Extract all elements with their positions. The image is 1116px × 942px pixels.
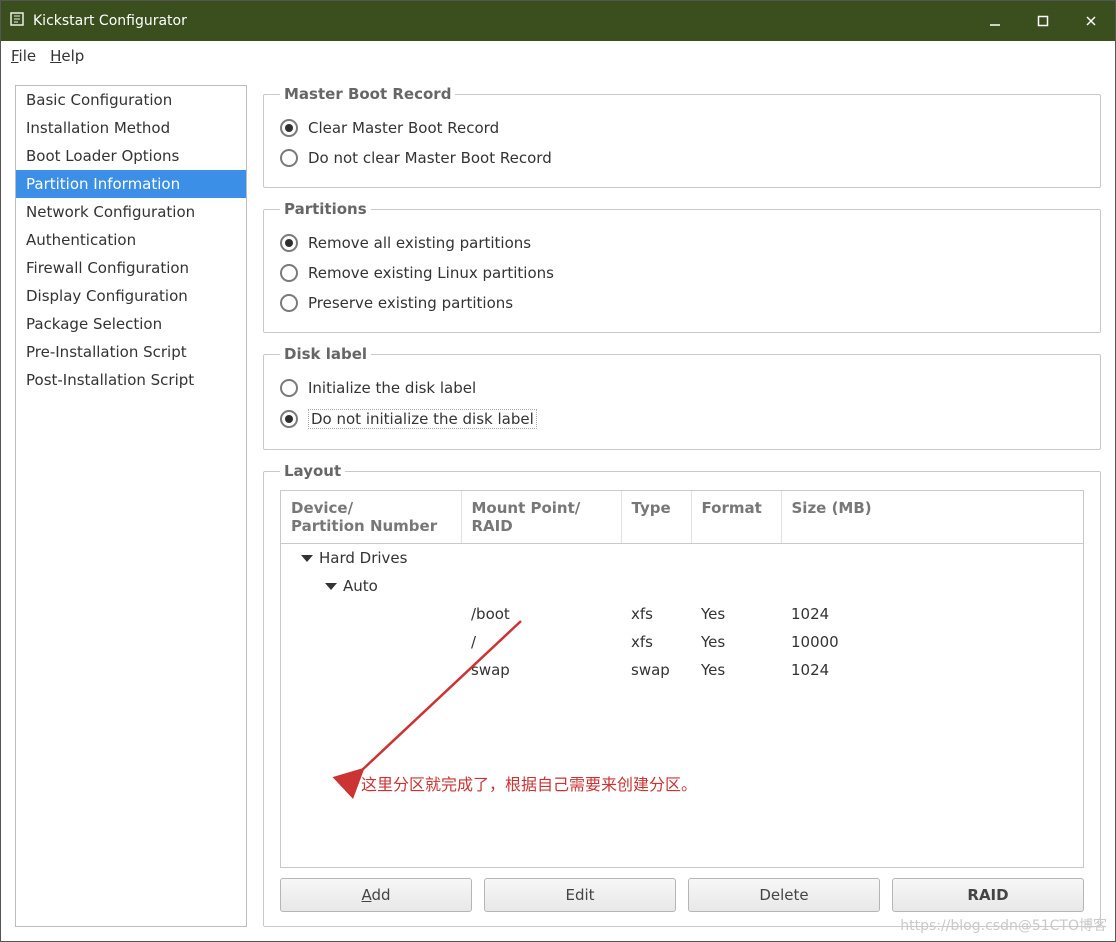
th-type[interactable]: Type: [621, 491, 691, 544]
radio-part-removelinux[interactable]: [280, 264, 298, 282]
tree-row-harddrives[interactable]: Hard Drives: [281, 544, 1083, 573]
radio-part-removeall[interactable]: [280, 234, 298, 252]
radio-mbr-clear-label: Clear Master Boot Record: [308, 119, 499, 137]
radio-part-preserve-label: Preserve existing partitions: [308, 294, 513, 312]
legend-layout: Layout: [280, 462, 345, 480]
annotation-text: 这里分区就完成了，根据自己需要来创建分区。: [361, 771, 697, 795]
table-header-row: Device/ Partition Number Mount Point/ RA…: [281, 491, 1083, 544]
titlebar: Kickstart Configurator: [1, 1, 1115, 41]
radio-disk-noinit[interactable]: [280, 410, 298, 428]
delete-button[interactable]: Delete: [688, 878, 880, 912]
main-panel: Master Boot Record Clear Master Boot Rec…: [247, 85, 1101, 927]
sidebar-item-firewall[interactable]: Firewall Configuration: [16, 254, 246, 282]
th-size[interactable]: Size (MB): [781, 491, 1083, 544]
radio-mbr-keep[interactable]: [280, 149, 298, 167]
edit-button[interactable]: Edit: [484, 878, 676, 912]
window-controls: [971, 1, 1115, 41]
radio-mbr-keep-row[interactable]: Do not clear Master Boot Record: [280, 143, 1084, 173]
menu-help[interactable]: Help: [50, 47, 84, 65]
radio-part-removelinux-label: Remove existing Linux partitions: [308, 264, 554, 282]
add-button[interactable]: Add: [280, 878, 472, 912]
window-title: Kickstart Configurator: [33, 13, 187, 29]
close-button[interactable]: [1067, 1, 1115, 41]
group-partitions: Partitions Remove all existing partition…: [263, 200, 1101, 333]
legend-disklabel: Disk label: [280, 345, 371, 363]
sidebar-item-pre[interactable]: Pre-Installation Script: [16, 338, 246, 366]
sidebar-item-auth[interactable]: Authentication: [16, 226, 246, 254]
radio-disk-noinit-label: Do not initialize the disk label: [308, 409, 537, 429]
radio-disk-init[interactable]: [280, 379, 298, 397]
layout-table: Device/ Partition Number Mount Point/ RA…: [281, 491, 1083, 684]
table-row[interactable]: /boot xfs Yes 1024: [281, 600, 1083, 628]
radio-disk-noinit-row[interactable]: Do not initialize the disk label: [280, 403, 1084, 435]
radio-part-preserve[interactable]: [280, 294, 298, 312]
sidebar-item-partition[interactable]: Partition Information: [16, 170, 246, 198]
sidebar-item-network[interactable]: Network Configuration: [16, 198, 246, 226]
menu-file[interactable]: File: [11, 47, 36, 65]
group-mbr: Master Boot Record Clear Master Boot Rec…: [263, 85, 1101, 188]
layout-buttons: Add Edit Delete RAID: [280, 878, 1084, 912]
layout-table-wrap: Device/ Partition Number Mount Point/ RA…: [280, 490, 1084, 868]
raid-button[interactable]: RAID: [892, 878, 1084, 912]
radio-mbr-clear-row[interactable]: Clear Master Boot Record: [280, 113, 1084, 143]
radio-part-removelinux-row[interactable]: Remove existing Linux partitions: [280, 258, 1084, 288]
legend-partitions: Partitions: [280, 200, 371, 218]
table-row[interactable]: swap swap Yes 1024: [281, 656, 1083, 684]
sidebar: Basic Configuration Installation Method …: [15, 85, 247, 927]
radio-disk-init-label: Initialize the disk label: [308, 379, 476, 397]
radio-mbr-clear[interactable]: [280, 119, 298, 137]
group-layout: Layout Device/ Partition Number Mount Po…: [263, 462, 1101, 927]
radio-part-removeall-row[interactable]: Remove all existing partitions: [280, 228, 1084, 258]
group-disklabel: Disk label Initialize the disk label Do …: [263, 345, 1101, 450]
tree-row-auto[interactable]: Auto: [281, 572, 1083, 600]
th-device[interactable]: Device/ Partition Number: [281, 491, 461, 544]
chevron-down-icon[interactable]: [325, 583, 337, 590]
app-icon: [9, 11, 25, 31]
table-row[interactable]: / xfs Yes 10000: [281, 628, 1083, 656]
chevron-down-icon[interactable]: [301, 555, 313, 562]
sidebar-item-post[interactable]: Post-Installation Script: [16, 366, 246, 394]
maximize-button[interactable]: [1019, 1, 1067, 41]
app-window: Kickstart Configurator File Help Basic C…: [0, 0, 1116, 942]
th-mount[interactable]: Mount Point/ RAID: [461, 491, 621, 544]
sidebar-item-install[interactable]: Installation Method: [16, 114, 246, 142]
sidebar-item-basic[interactable]: Basic Configuration: [16, 86, 246, 114]
minimize-button[interactable]: [971, 1, 1019, 41]
radio-part-removeall-label: Remove all existing partitions: [308, 234, 531, 252]
sidebar-item-display[interactable]: Display Configuration: [16, 282, 246, 310]
menubar: File Help: [1, 41, 1115, 71]
titlebar-left: Kickstart Configurator: [1, 11, 187, 31]
legend-mbr: Master Boot Record: [280, 85, 455, 103]
radio-part-preserve-row[interactable]: Preserve existing partitions: [280, 288, 1084, 318]
radio-mbr-keep-label: Do not clear Master Boot Record: [308, 149, 552, 167]
th-format[interactable]: Format: [691, 491, 781, 544]
content: Basic Configuration Installation Method …: [1, 71, 1115, 941]
sidebar-item-package[interactable]: Package Selection: [16, 310, 246, 338]
sidebar-item-boot[interactable]: Boot Loader Options: [16, 142, 246, 170]
radio-disk-init-row[interactable]: Initialize the disk label: [280, 373, 1084, 403]
